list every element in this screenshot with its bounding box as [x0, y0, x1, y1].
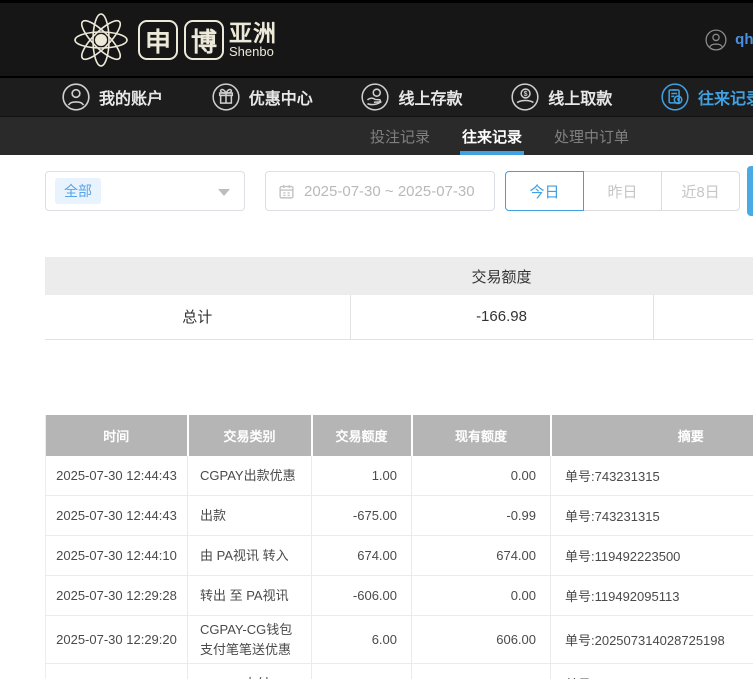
summary-header-amount: 交易额度 — [350, 257, 653, 295]
records-icon — [661, 83, 689, 111]
nav-item-my-account[interactable]: 我的账户 — [62, 83, 163, 111]
withdraw-icon: $ — [511, 83, 539, 111]
quick-date-buttons: 今日 昨日 近8日 — [505, 171, 740, 211]
content-area: 全部 2025-07-30 ~ 2025-07-30 今日 昨日 近8日 交易额… — [0, 166, 753, 679]
svg-text:$: $ — [524, 91, 528, 98]
summary-empty-cell — [652, 295, 753, 340]
column-header-memo: 摘要 — [550, 414, 753, 456]
column-header-amount: 交易额度 — [311, 414, 413, 456]
cell-balance: 674.00 — [411, 535, 551, 576]
cell-memo: 单号:202507314028725198 — [550, 663, 753, 679]
nav-item-label: 线上取款 — [548, 91, 613, 108]
table-row: 2025-07-30 12:29:20 CGPAY支付 600.00 600.0… — [45, 663, 753, 679]
brand-region: 亚洲 Shenbo — [229, 21, 277, 59]
logo-char-shen: 申 — [138, 20, 178, 60]
column-header-type: 交易类别 — [187, 414, 313, 456]
cell-type: 由 PA视讯 转入 — [187, 535, 312, 576]
cell-amount: -675.00 — [311, 495, 412, 536]
cell-memo: 单号:743231315 — [550, 495, 753, 536]
cell-time: 2025-07-30 12:44:43 — [45, 495, 188, 536]
main-nav: 我的账户 优惠中心 线上存款 $ 线上取款 往来记 — [0, 76, 753, 116]
cell-time: 2025-07-30 12:29:20 — [45, 615, 188, 664]
nav-item-label: 我的账户 — [99, 91, 164, 108]
cell-memo: 单号:119492223500 — [550, 535, 753, 576]
table-row: 2025-07-30 12:29:28 转出 至 PA视讯 -606.00 0.… — [45, 575, 753, 616]
table-row: 2025-07-30 12:44:43 出款 -675.00 -0.99 单号:… — [45, 495, 753, 536]
flower-logo-icon — [74, 13, 128, 67]
brand-logo: 申 博 亚洲 Shenbo — [70, 9, 277, 71]
summary-total-label: 总计 — [45, 295, 350, 340]
nav-item-promotions[interactable]: 优惠中心 — [212, 83, 313, 111]
cell-type: 出款 — [187, 495, 312, 536]
username-link[interactable]: qhhv — [735, 31, 753, 48]
cell-type: CGPAY出款优惠 — [187, 455, 312, 496]
summary-table: 交易额度 总计 -166.98 — [45, 257, 753, 340]
column-header-balance: 现有额度 — [411, 414, 552, 456]
tab-pending-orders[interactable]: 处理中订单 — [554, 117, 629, 155]
sub-tab-bar: 投注记录 往来记录 处理中订单 — [0, 116, 753, 155]
nav-item-label: 优惠中心 — [248, 91, 313, 108]
cell-amount: 6.00 — [311, 615, 412, 664]
selected-type-tag[interactable]: 全部 — [55, 178, 101, 204]
tab-betting-records[interactable]: 投注记录 — [370, 117, 430, 155]
cell-type: CGPAY支付 — [187, 663, 312, 679]
cell-time: 2025-07-30 12:29:28 — [45, 575, 188, 616]
date-range-input[interactable]: 2025-07-30 ~ 2025-07-30 — [265, 171, 495, 211]
gift-icon — [212, 83, 240, 111]
cell-amount: 600.00 — [311, 663, 412, 679]
table-row: 2025-07-30 12:44:10 由 PA视讯 转入 674.00 674… — [45, 535, 753, 576]
column-header-time: 时间 — [45, 414, 189, 456]
chevron-down-icon — [218, 189, 230, 196]
nav-item-deposit[interactable]: 线上存款 — [361, 83, 462, 111]
nav-item-label: 线上存款 — [398, 91, 463, 108]
nav-item-withdraw[interactable]: $ 线上取款 — [511, 83, 612, 111]
quick-filter-last-8-days[interactable]: 近8日 — [661, 171, 740, 211]
calendar-icon — [279, 184, 294, 199]
quick-filter-today[interactable]: 今日 — [505, 171, 584, 211]
summary-header-spacer — [45, 257, 350, 295]
table-row: 2025-07-30 12:29:20 CGPAY-CG钱包支付笔笔送优惠 6.… — [45, 615, 753, 664]
cell-amount: -606.00 — [311, 575, 412, 616]
cell-memo: 单号:202507314028725198 — [550, 615, 753, 664]
cell-balance: 0.00 — [411, 455, 551, 496]
type-filter-select[interactable]: 全部 — [45, 171, 245, 211]
deposit-icon — [361, 83, 390, 111]
top-header: 申 博 亚洲 Shenbo qhhv — [0, 3, 753, 76]
cell-balance: 0.00 — [411, 575, 551, 616]
nav-item-transaction-records[interactable]: 往来记录 — [661, 83, 753, 111]
cell-memo: 单号:119492095113 — [550, 575, 753, 616]
query-button[interactable] — [747, 166, 753, 216]
summary-total-value: -166.98 — [349, 295, 653, 340]
cell-balance: 606.00 — [411, 615, 551, 664]
cell-time: 2025-07-30 12:29:20 — [45, 663, 188, 679]
user-avatar-icon — [705, 28, 727, 51]
summary-header-spacer — [653, 257, 753, 295]
cell-time: 2025-07-30 12:44:10 — [45, 535, 188, 576]
cell-amount: 674.00 — [311, 535, 412, 576]
user-area: qhhv — [705, 3, 753, 76]
cell-memo: 单号:743231315 — [550, 455, 753, 496]
nav-item-label: 往来记录 — [697, 91, 753, 108]
cell-time: 2025-07-30 12:44:43 — [45, 455, 188, 496]
cell-type: CGPAY-CG钱包支付笔笔送优惠 — [187, 615, 312, 664]
tab-transaction-records[interactable]: 往来记录 — [460, 117, 525, 155]
cell-type: 转出 至 PA视讯 — [187, 575, 312, 616]
table-header-row: 时间 交易类别 交易额度 现有额度 摘要 — [45, 414, 753, 456]
quick-filter-yesterday[interactable]: 昨日 — [583, 171, 662, 211]
cell-amount: 1.00 — [311, 455, 412, 496]
filter-row: 全部 2025-07-30 ~ 2025-07-30 今日 昨日 近8日 — [45, 166, 753, 216]
user-icon — [62, 83, 90, 111]
page: 申 博 亚洲 Shenbo qhhv — [0, 0, 753, 679]
records-table: 时间 交易类别 交易额度 现有额度 摘要 2025-07-30 12:44:43… — [45, 414, 753, 679]
cell-balance: -0.99 — [411, 495, 551, 536]
logo-char-bo: 博 — [184, 20, 224, 60]
table-row: 2025-07-30 12:44:43 CGPAY出款优惠 1.00 0.00 … — [45, 455, 753, 496]
brand-subtext: Shenbo — [229, 44, 274, 60]
date-range-value: 2025-07-30 ~ 2025-07-30 — [304, 182, 475, 200]
cell-balance: 600.00 — [411, 663, 551, 679]
brand-region-text: 亚洲 — [229, 20, 277, 47]
